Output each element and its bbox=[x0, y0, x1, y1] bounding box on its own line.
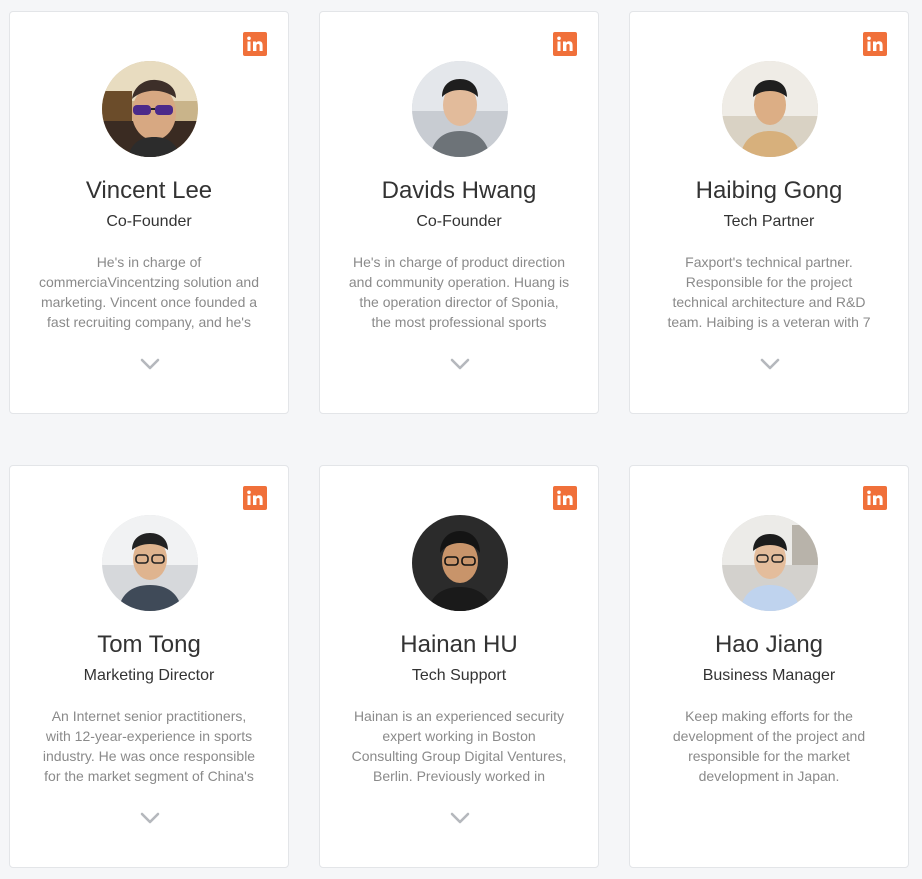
team-card-hainan-hu: Hainan HU Tech Support Hainan is an expe… bbox=[319, 465, 599, 868]
linkedin-icon[interactable] bbox=[553, 486, 577, 510]
avatar bbox=[412, 61, 508, 157]
linkedin-icon[interactable] bbox=[553, 32, 577, 56]
team-card-hao-jiang: Hao Jiang Business Manager Keep making e… bbox=[629, 465, 909, 868]
team-card-tom-tong: Tom Tong Marketing Director An Internet … bbox=[9, 465, 289, 868]
avatar bbox=[722, 515, 818, 611]
team-card-haibing-gong: Haibing Gong Tech Partner Faxport's tech… bbox=[629, 11, 909, 414]
chevron-down-icon[interactable] bbox=[450, 811, 470, 825]
member-role: Co-Founder bbox=[416, 213, 502, 230]
chevron-down-icon[interactable] bbox=[450, 357, 470, 371]
member-name: Tom Tong bbox=[97, 631, 201, 658]
avatar bbox=[102, 515, 198, 611]
member-bio: Faxport's technical partner. Responsible… bbox=[667, 254, 871, 330]
linkedin-icon[interactable] bbox=[863, 32, 887, 56]
member-role: Co-Founder bbox=[106, 213, 192, 230]
member-role: Tech Support bbox=[411, 667, 507, 684]
member-bio: Hainan is an experienced security expert… bbox=[351, 708, 567, 784]
member-role: Tech Partner bbox=[723, 213, 815, 230]
avatar bbox=[102, 61, 198, 157]
member-name: Haibing Gong bbox=[695, 177, 843, 204]
linkedin-icon[interactable] bbox=[243, 486, 267, 510]
team-card-davids-hwang: Davids Hwang Co-Founder He's in charge o… bbox=[319, 11, 599, 414]
member-bio: Keep making efforts for the development … bbox=[672, 708, 866, 784]
member-role: Business Manager bbox=[702, 667, 836, 684]
member-bio: An Internet senior practitioners, with 1… bbox=[42, 708, 256, 784]
avatar bbox=[722, 61, 818, 157]
linkedin-icon[interactable] bbox=[243, 32, 267, 56]
member-bio: He's in charge of commerciaVincentzing s… bbox=[39, 254, 259, 330]
member-name: Vincent Lee bbox=[85, 177, 213, 204]
linkedin-icon[interactable] bbox=[863, 486, 887, 510]
member-bio: He's in charge of product direction and … bbox=[348, 254, 570, 330]
member-name: Hao Jiang bbox=[714, 631, 824, 658]
member-name: Davids Hwang bbox=[381, 177, 537, 204]
member-role: Marketing Director bbox=[83, 667, 215, 684]
member-name: Hainan HU bbox=[400, 631, 518, 658]
chevron-down-icon[interactable] bbox=[140, 811, 160, 825]
team-card-vincent-lee: Vincent Lee Co-Founder He's in charge of… bbox=[9, 11, 289, 414]
chevron-down-icon[interactable] bbox=[140, 357, 160, 371]
team-grid: Vincent Lee Co-Founder He's in charge of… bbox=[0, 0, 922, 879]
avatar bbox=[412, 515, 508, 611]
chevron-down-icon[interactable] bbox=[760, 357, 780, 371]
